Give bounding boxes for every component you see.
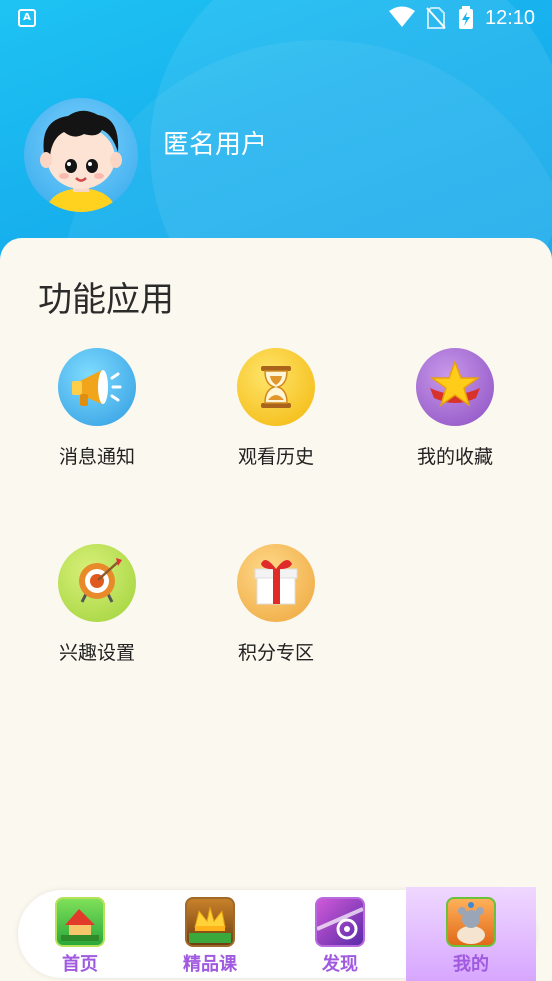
username[interactable]: 匿名用户 — [163, 124, 267, 161]
megaphone-icon — [58, 348, 136, 426]
tab-discover[interactable]: 发现 — [290, 897, 390, 976]
feature-favorites[interactable]: 我的收藏 — [390, 348, 520, 469]
tab-courses[interactable]: 精品课 — [160, 897, 260, 976]
feature-label: 观看历史 — [237, 446, 314, 468]
boy-avatar-icon — [40, 110, 122, 212]
tab-home[interactable]: 首页 — [30, 897, 130, 976]
hourglass-icon — [237, 348, 315, 426]
tab-label: 首页 — [62, 954, 98, 975]
crown-tab-icon — [185, 897, 235, 947]
tab-label: 精品课 — [183, 954, 237, 975]
section-title: 功能应用 — [38, 280, 174, 320]
status-bar: A 12:10 — [0, 0, 552, 38]
feature-points[interactable]: 积分专区 — [211, 544, 341, 665]
tab-label: 我的 — [453, 954, 489, 975]
feature-messages[interactable]: 消息通知 — [32, 348, 162, 469]
wifi-icon — [389, 6, 415, 27]
feature-label: 积分专区 — [237, 642, 314, 664]
star-icon — [416, 348, 494, 426]
tab-label: 发现 — [322, 954, 358, 975]
avatar[interactable] — [24, 98, 138, 212]
mine-tab-icon — [446, 897, 496, 947]
feature-interests[interactable]: 兴趣设置 — [32, 544, 162, 665]
tab-mine[interactable]: 我的 — [421, 897, 521, 976]
app-notification-icon: A — [18, 9, 36, 27]
discover-tab-icon — [315, 897, 365, 947]
no-sim-icon — [426, 7, 446, 29]
feature-label: 我的收藏 — [416, 446, 493, 468]
gift-icon — [237, 544, 315, 622]
battery-charging-icon — [459, 6, 473, 29]
target-icon — [58, 544, 136, 622]
feature-history[interactable]: 观看历史 — [211, 348, 341, 469]
clock: 12:10 — [485, 7, 536, 29]
feature-label: 兴趣设置 — [58, 642, 135, 664]
feature-label: 消息通知 — [58, 446, 135, 468]
home-tab-icon — [55, 897, 105, 947]
